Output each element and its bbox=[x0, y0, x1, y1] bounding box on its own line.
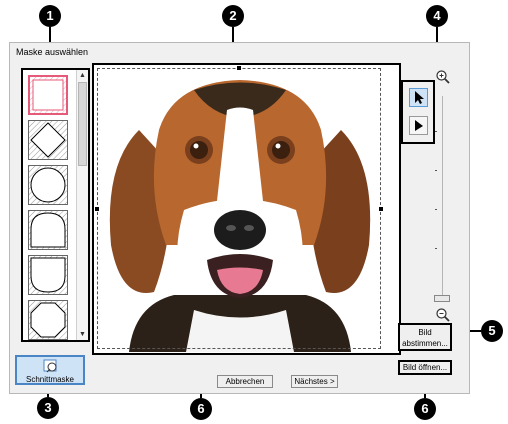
zoom-tick bbox=[435, 248, 437, 249]
cancel-button[interactable]: Abbrechen bbox=[217, 375, 273, 388]
open-image-button[interactable]: Bild öffnen... bbox=[398, 360, 452, 375]
arrow-cursor-icon bbox=[415, 91, 424, 104]
zoom-tick bbox=[435, 170, 437, 171]
zoom-tick bbox=[435, 209, 437, 210]
tool-palette bbox=[401, 80, 435, 144]
cut-mask-label: Schnittmaske bbox=[25, 375, 75, 384]
octagon-mask-icon bbox=[29, 301, 67, 339]
arrow-cursor-icon bbox=[415, 120, 423, 131]
zoom-slider-track[interactable] bbox=[442, 96, 443, 301]
callout-6-open: 6 bbox=[414, 398, 436, 420]
circle-mask-icon bbox=[29, 166, 67, 204]
mask-item-circle[interactable] bbox=[28, 165, 68, 205]
selection-handle-left[interactable] bbox=[95, 207, 99, 211]
callout-5: 5 bbox=[481, 320, 503, 342]
image-canvas[interactable] bbox=[92, 63, 401, 355]
zoom-in-icon[interactable] bbox=[435, 69, 451, 85]
dialog-title: Maske auswählen bbox=[16, 47, 89, 57]
mask-item-diamond[interactable] bbox=[28, 120, 68, 160]
fit-image-label-line2: abstimmen... bbox=[402, 339, 448, 348]
mask-list-scrollbar[interactable]: ▲ ▼ bbox=[76, 70, 88, 340]
zoom-out-icon[interactable] bbox=[435, 307, 451, 323]
cut-mask-button[interactable]: Schnittmaske bbox=[15, 355, 85, 385]
callout-6-canvas: 6 bbox=[190, 398, 212, 420]
move-tool-button[interactable] bbox=[409, 116, 428, 135]
cut-mask-icon bbox=[43, 359, 57, 373]
scroll-up-arrow-icon[interactable]: ▲ bbox=[77, 70, 88, 81]
shield-mask-icon bbox=[29, 256, 67, 294]
mask-item-arch[interactable] bbox=[28, 210, 68, 250]
fit-image-label-line1: Bild bbox=[418, 328, 432, 337]
selection-handle-top[interactable] bbox=[237, 66, 241, 70]
callout-2: 2 bbox=[222, 5, 244, 27]
callout-3: 3 bbox=[37, 397, 59, 419]
zoom-slider-thumb[interactable] bbox=[434, 295, 450, 302]
square-mask-icon bbox=[30, 77, 66, 113]
scroll-down-arrow-icon[interactable]: ▼ bbox=[77, 329, 88, 340]
mask-item-octagon[interactable] bbox=[28, 300, 68, 340]
mask-item-shield[interactable] bbox=[28, 255, 68, 295]
selection-handle-right[interactable] bbox=[379, 207, 383, 211]
callout-4: 4 bbox=[426, 5, 448, 27]
mask-item-square[interactable] bbox=[28, 75, 68, 115]
next-button[interactable]: Nächstes > bbox=[291, 375, 338, 388]
diamond-mask-icon bbox=[29, 121, 67, 159]
callout-1: 1 bbox=[39, 5, 61, 27]
mask-select-dialog: Maske auswählen ▲ ▼ Bild abstimmen... Bi… bbox=[9, 42, 470, 394]
mask-list[interactable]: ▲ ▼ bbox=[21, 68, 90, 342]
scroll-thumb[interactable] bbox=[78, 82, 87, 166]
fit-image-button[interactable]: Bild abstimmen... bbox=[398, 323, 452, 351]
select-tool-button[interactable] bbox=[409, 88, 428, 107]
mask-selection-outline[interactable] bbox=[97, 68, 381, 349]
zoom-tick bbox=[435, 131, 437, 132]
arch-mask-icon bbox=[29, 211, 67, 249]
